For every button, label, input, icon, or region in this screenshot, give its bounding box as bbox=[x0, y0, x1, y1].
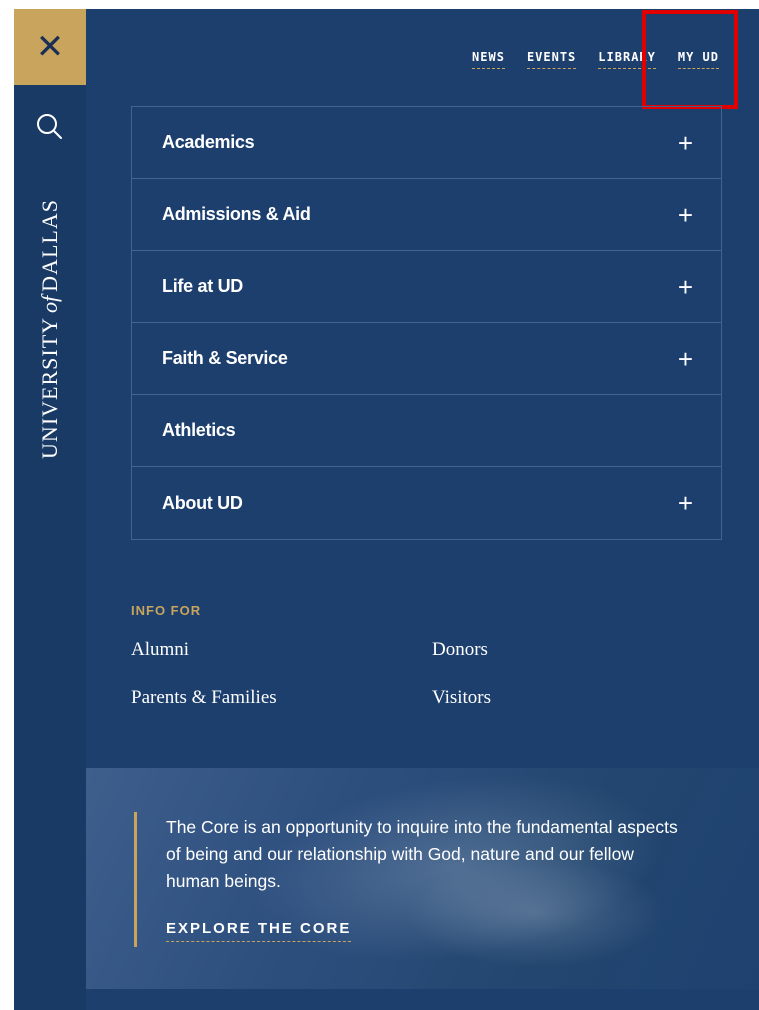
info-link-donors[interactable]: Donors bbox=[432, 639, 632, 661]
nav-link-library[interactable]: LIBRARY bbox=[598, 50, 656, 69]
main-menu: Academics + Admissions & Aid + Life at U… bbox=[131, 106, 722, 540]
menu-item-about-ud[interactable]: About UD + bbox=[132, 467, 721, 539]
plus-icon[interactable]: + bbox=[678, 274, 693, 300]
menu-item-life-at-ud[interactable]: Life at UD + bbox=[132, 251, 721, 323]
plus-icon[interactable]: + bbox=[678, 202, 693, 228]
logo-dallas: DALLAS bbox=[37, 199, 62, 292]
promo-text: The Core is an opportunity to inquire in… bbox=[166, 817, 678, 891]
menu-item-label: Admissions & Aid bbox=[162, 204, 311, 224]
plus-icon[interactable]: + bbox=[678, 490, 693, 516]
menu-item-label: Athletics bbox=[162, 420, 236, 440]
plus-icon[interactable]: + bbox=[678, 130, 693, 156]
menu-item-label: Life at UD bbox=[162, 276, 244, 296]
close-button[interactable]: ✕ bbox=[14, 9, 86, 85]
explore-the-core-link[interactable]: EXPLORE THE CORE bbox=[166, 920, 352, 942]
menu-item-label: About UD bbox=[162, 492, 243, 513]
logo-of: of bbox=[37, 295, 62, 313]
logo-university: UNIVERSITY bbox=[37, 316, 62, 459]
menu-item-faith-service[interactable]: Faith & Service + bbox=[132, 323, 721, 395]
info-for-links: Alumni Donors Parents & Families Visitor… bbox=[131, 639, 631, 709]
plus-icon[interactable]: + bbox=[678, 346, 693, 372]
info-link-visitors[interactable]: Visitors bbox=[432, 687, 632, 709]
navigation-panel: ✕ UNIVERSITY of DALLAS NEWS EVENTS LIBRARY… bbox=[14, 9, 759, 1010]
menu-item-academics[interactable]: Academics + bbox=[132, 107, 721, 179]
core-promo-banner: The Core is an opportunity to inquire in… bbox=[86, 768, 759, 989]
university-logo[interactable]: UNIVERSITY of DALLAS bbox=[24, 179, 76, 479]
nav-link-news[interactable]: NEWS bbox=[472, 50, 505, 69]
search-icon bbox=[37, 114, 62, 139]
menu-item-athletics[interactable]: Athletics bbox=[132, 395, 721, 467]
info-link-parents-families[interactable]: Parents & Families bbox=[131, 687, 432, 709]
menu-item-label: Academics bbox=[162, 132, 255, 152]
search-button[interactable] bbox=[32, 109, 68, 145]
close-icon: ✕ bbox=[35, 28, 65, 66]
info-for-heading: INFO FOR bbox=[131, 603, 202, 618]
menu-item-label: Faith & Service bbox=[162, 348, 288, 368]
menu-item-admissions-aid[interactable]: Admissions & Aid + bbox=[132, 179, 721, 251]
info-link-alumni[interactable]: Alumni bbox=[131, 639, 432, 661]
promo-accent-bar bbox=[134, 812, 137, 947]
nav-link-my-ud[interactable]: MY UD bbox=[677, 50, 719, 69]
left-rail: ✕ UNIVERSITY of DALLAS bbox=[14, 9, 86, 1010]
nav-link-events[interactable]: EVENTS bbox=[526, 50, 577, 69]
top-utility-nav: NEWS EVENTS LIBRARY MY UD bbox=[472, 50, 719, 69]
